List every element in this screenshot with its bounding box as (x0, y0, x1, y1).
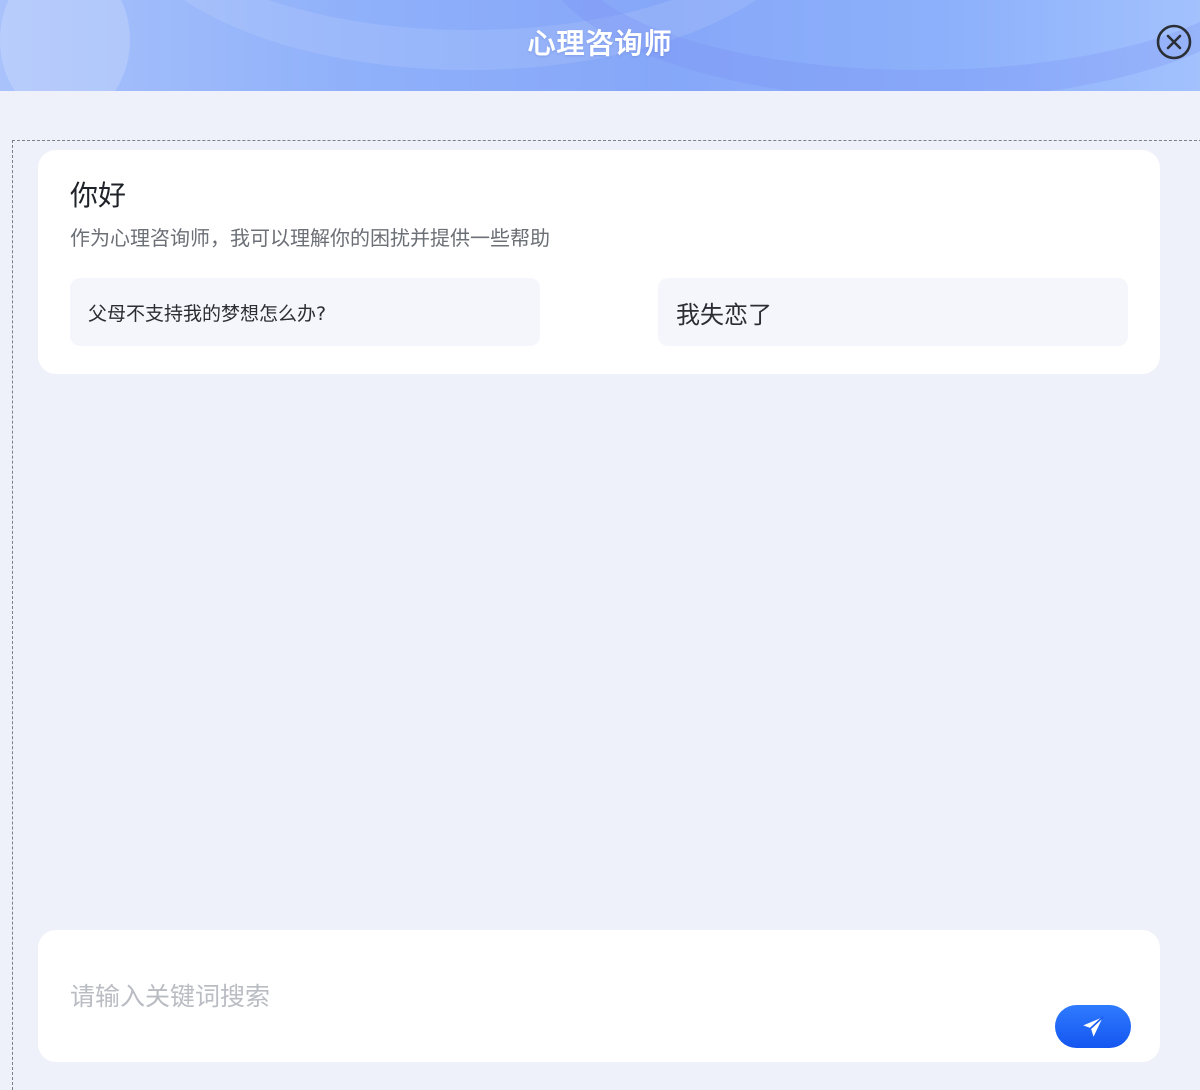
search-input[interactable] (70, 974, 1010, 1018)
page-title: 心理咨询师 (527, 27, 673, 60)
close-button[interactable] (1156, 24, 1192, 60)
greeting-heading: 你好 (70, 179, 127, 212)
welcome-card: 你好 作为心理咨询师，我可以理解你的困扰并提供一些帮助 父母不支持我的梦想怎么办… (38, 150, 1160, 374)
close-circle-icon (1156, 24, 1192, 60)
send-button[interactable] (1055, 1005, 1131, 1048)
paper-plane-icon (1083, 1015, 1104, 1037)
composer-card (38, 930, 1160, 1062)
intro-text: 作为心理咨询师，我可以理解你的困扰并提供一些帮助 (70, 226, 550, 250)
suggestion-chip[interactable]: 父母不支持我的梦想怎么办? (70, 278, 540, 346)
header-bar: 心理咨询师 (0, 0, 1200, 91)
suggestion-chip[interactable]: 我失恋了 (658, 278, 1128, 346)
